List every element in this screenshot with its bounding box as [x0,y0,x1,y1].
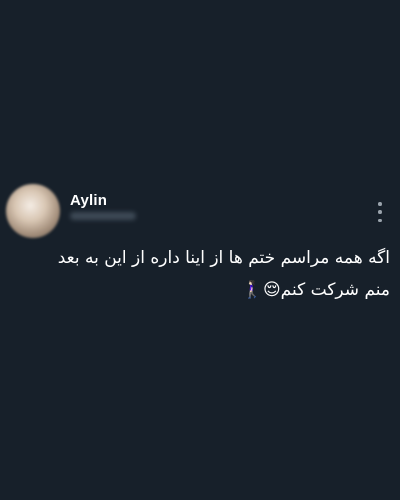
more-options-icon[interactable] [372,200,388,224]
tweet-text: اگه همه مراسم ختم ها از اینا داره از این… [8,242,390,306]
tweet-text-line-2: منم شرکت کنم😌🚶🏻‍♀️ [241,280,390,300]
tweet-screenshot: Aylin اگه همه مراسم ختم ها از اینا داره … [0,0,400,500]
more-dot-bottom [378,218,382,222]
avatar[interactable] [6,184,60,238]
author-display-name[interactable]: Aylin [70,192,107,209]
more-dot-top [378,202,382,206]
tweet-text-line-1: اگه همه مراسم ختم ها از اینا داره از این… [57,248,390,268]
more-dot-middle [378,210,382,214]
author-handle-blurred [70,212,136,220]
